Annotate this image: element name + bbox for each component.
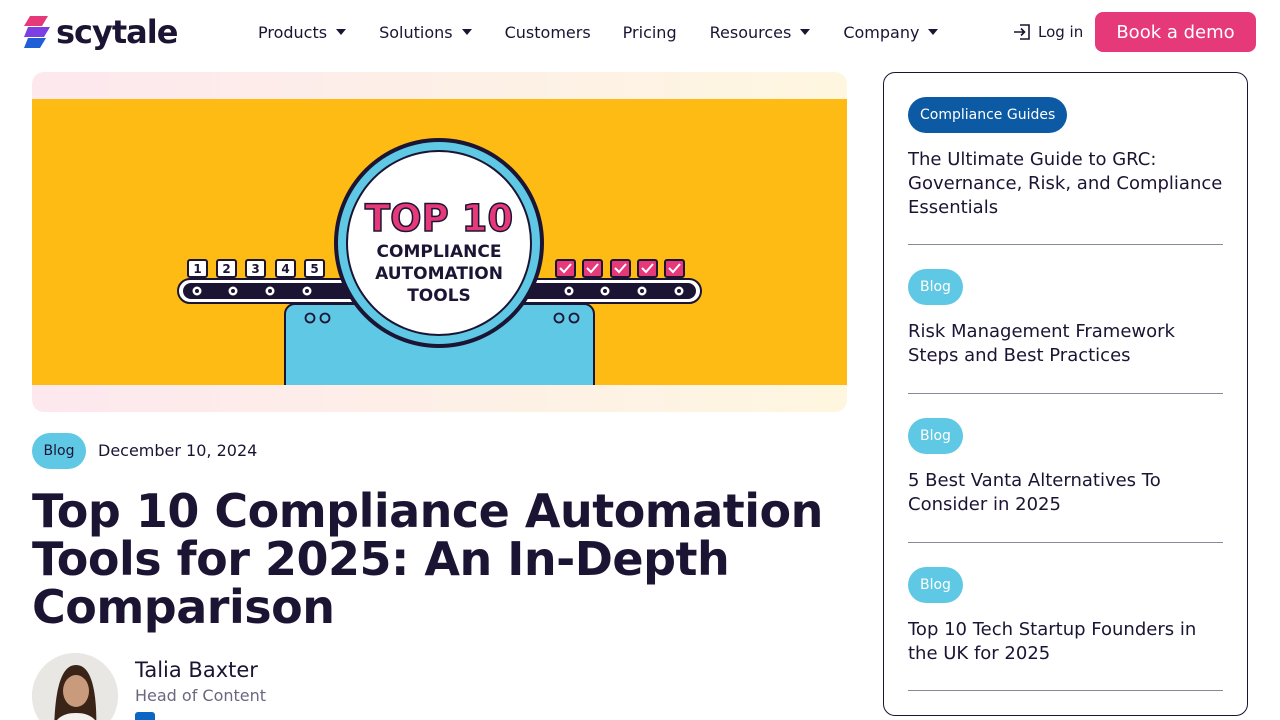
nav-solutions[interactable]: Solutions bbox=[379, 20, 472, 44]
related-post[interactable]: Compliance Guides The Ultimate Guide to … bbox=[908, 97, 1223, 220]
nav-products-label: Products bbox=[258, 22, 328, 42]
hero-image-frame: 1 2 3 4 5 TOP 10 COMPLIANCE AUTOMATION T… bbox=[32, 72, 847, 412]
article-date: December 10, 2024 bbox=[98, 441, 258, 460]
hero-number-1: 1 bbox=[193, 262, 201, 276]
sidebar-divider bbox=[908, 690, 1223, 691]
related-post-tag[interactable]: Blog bbox=[908, 567, 963, 603]
hero-number-4: 4 bbox=[281, 262, 289, 276]
login-label: Log in bbox=[1038, 23, 1084, 41]
related-post-tag[interactable]: Blog bbox=[908, 418, 963, 454]
sidebar-divider bbox=[908, 393, 1223, 394]
scytale-logo[interactable]: scytale bbox=[24, 13, 178, 51]
hero-number-5: 5 bbox=[310, 262, 318, 276]
related-post-title[interactable]: 5 Best Vanta Alternatives To Consider in… bbox=[908, 469, 1223, 517]
nav-company[interactable]: Company bbox=[843, 20, 939, 44]
related-post-title[interactable]: The Ultimate Guide to GRC: Governance, R… bbox=[908, 148, 1223, 220]
related-post-title[interactable]: Top 10 Tech Startup Founders in the UK f… bbox=[908, 618, 1223, 666]
author-role: Head of Content bbox=[135, 686, 267, 705]
conveyor-illustration: 1 2 3 4 5 TOP 10 COMPLIANCE AUTOMATION T… bbox=[177, 138, 702, 395]
scytale-logo-icon bbox=[24, 16, 50, 48]
sidebar-divider bbox=[908, 542, 1223, 543]
nav-company-label: Company bbox=[843, 22, 920, 42]
sidebar-divider bbox=[908, 244, 1223, 245]
author-name[interactable]: Talia Baxter bbox=[135, 658, 258, 682]
main-nav: Products Solutions Customers Pricing Res… bbox=[258, 20, 939, 44]
hero-headline-top: TOP 10 bbox=[365, 197, 513, 240]
chevron-down-icon bbox=[928, 29, 939, 35]
chevron-down-icon bbox=[336, 29, 347, 35]
nav-solutions-label: Solutions bbox=[379, 22, 453, 42]
related-post-tag[interactable]: Blog bbox=[908, 269, 963, 305]
hero-line-2: AUTOMATION bbox=[375, 264, 503, 284]
author-avatar bbox=[32, 653, 118, 720]
related-post-title[interactable]: Risk Management Framework Steps and Best… bbox=[908, 320, 1223, 368]
hero-line-3: TOOLS bbox=[407, 286, 471, 306]
nav-customers-label: Customers bbox=[504, 22, 591, 42]
nav-resources[interactable]: Resources bbox=[710, 20, 811, 44]
hero-number-2: 2 bbox=[222, 262, 230, 276]
related-post[interactable]: Blog Top 10 Tech Startup Founders in the… bbox=[908, 567, 1223, 666]
related-post[interactable]: Blog 5 Best Vanta Alternatives To Consid… bbox=[908, 418, 1223, 517]
site-header: scytale Products Solutions Customers Pri… bbox=[0, 0, 1280, 64]
nav-customers[interactable]: Customers bbox=[505, 20, 591, 44]
related-posts-sidebar: Compliance Guides The Ultimate Guide to … bbox=[883, 72, 1248, 716]
nav-products[interactable]: Products bbox=[258, 20, 347, 44]
chevron-down-icon bbox=[461, 29, 472, 35]
logo-wordmark: scytale bbox=[56, 13, 178, 51]
linkedin-icon[interactable] bbox=[135, 712, 155, 720]
chevron-down-icon bbox=[800, 29, 811, 35]
hero-number-3: 3 bbox=[251, 262, 259, 276]
page-title: Top 10 Compliance Automation Tools for 2… bbox=[32, 484, 823, 634]
related-post-tag[interactable]: Compliance Guides bbox=[908, 97, 1068, 133]
author-photo-icon bbox=[32, 653, 118, 720]
article-tag[interactable]: Blog bbox=[32, 433, 86, 469]
nav-pricing-label: Pricing bbox=[622, 22, 677, 42]
book-demo-button[interactable]: Book a demo bbox=[1095, 12, 1256, 52]
login-icon bbox=[1014, 24, 1030, 40]
related-post[interactable]: Blog Risk Management Framework Steps and… bbox=[908, 269, 1223, 368]
hero-line-1: COMPLIANCE bbox=[377, 242, 502, 262]
nav-resources-label: Resources bbox=[709, 22, 792, 42]
nav-pricing[interactable]: Pricing bbox=[623, 20, 677, 44]
hero-illustration: 1 2 3 4 5 TOP 10 COMPLIANCE AUTOMATION T… bbox=[32, 99, 847, 395]
login-link[interactable]: Log in bbox=[1012, 20, 1083, 44]
